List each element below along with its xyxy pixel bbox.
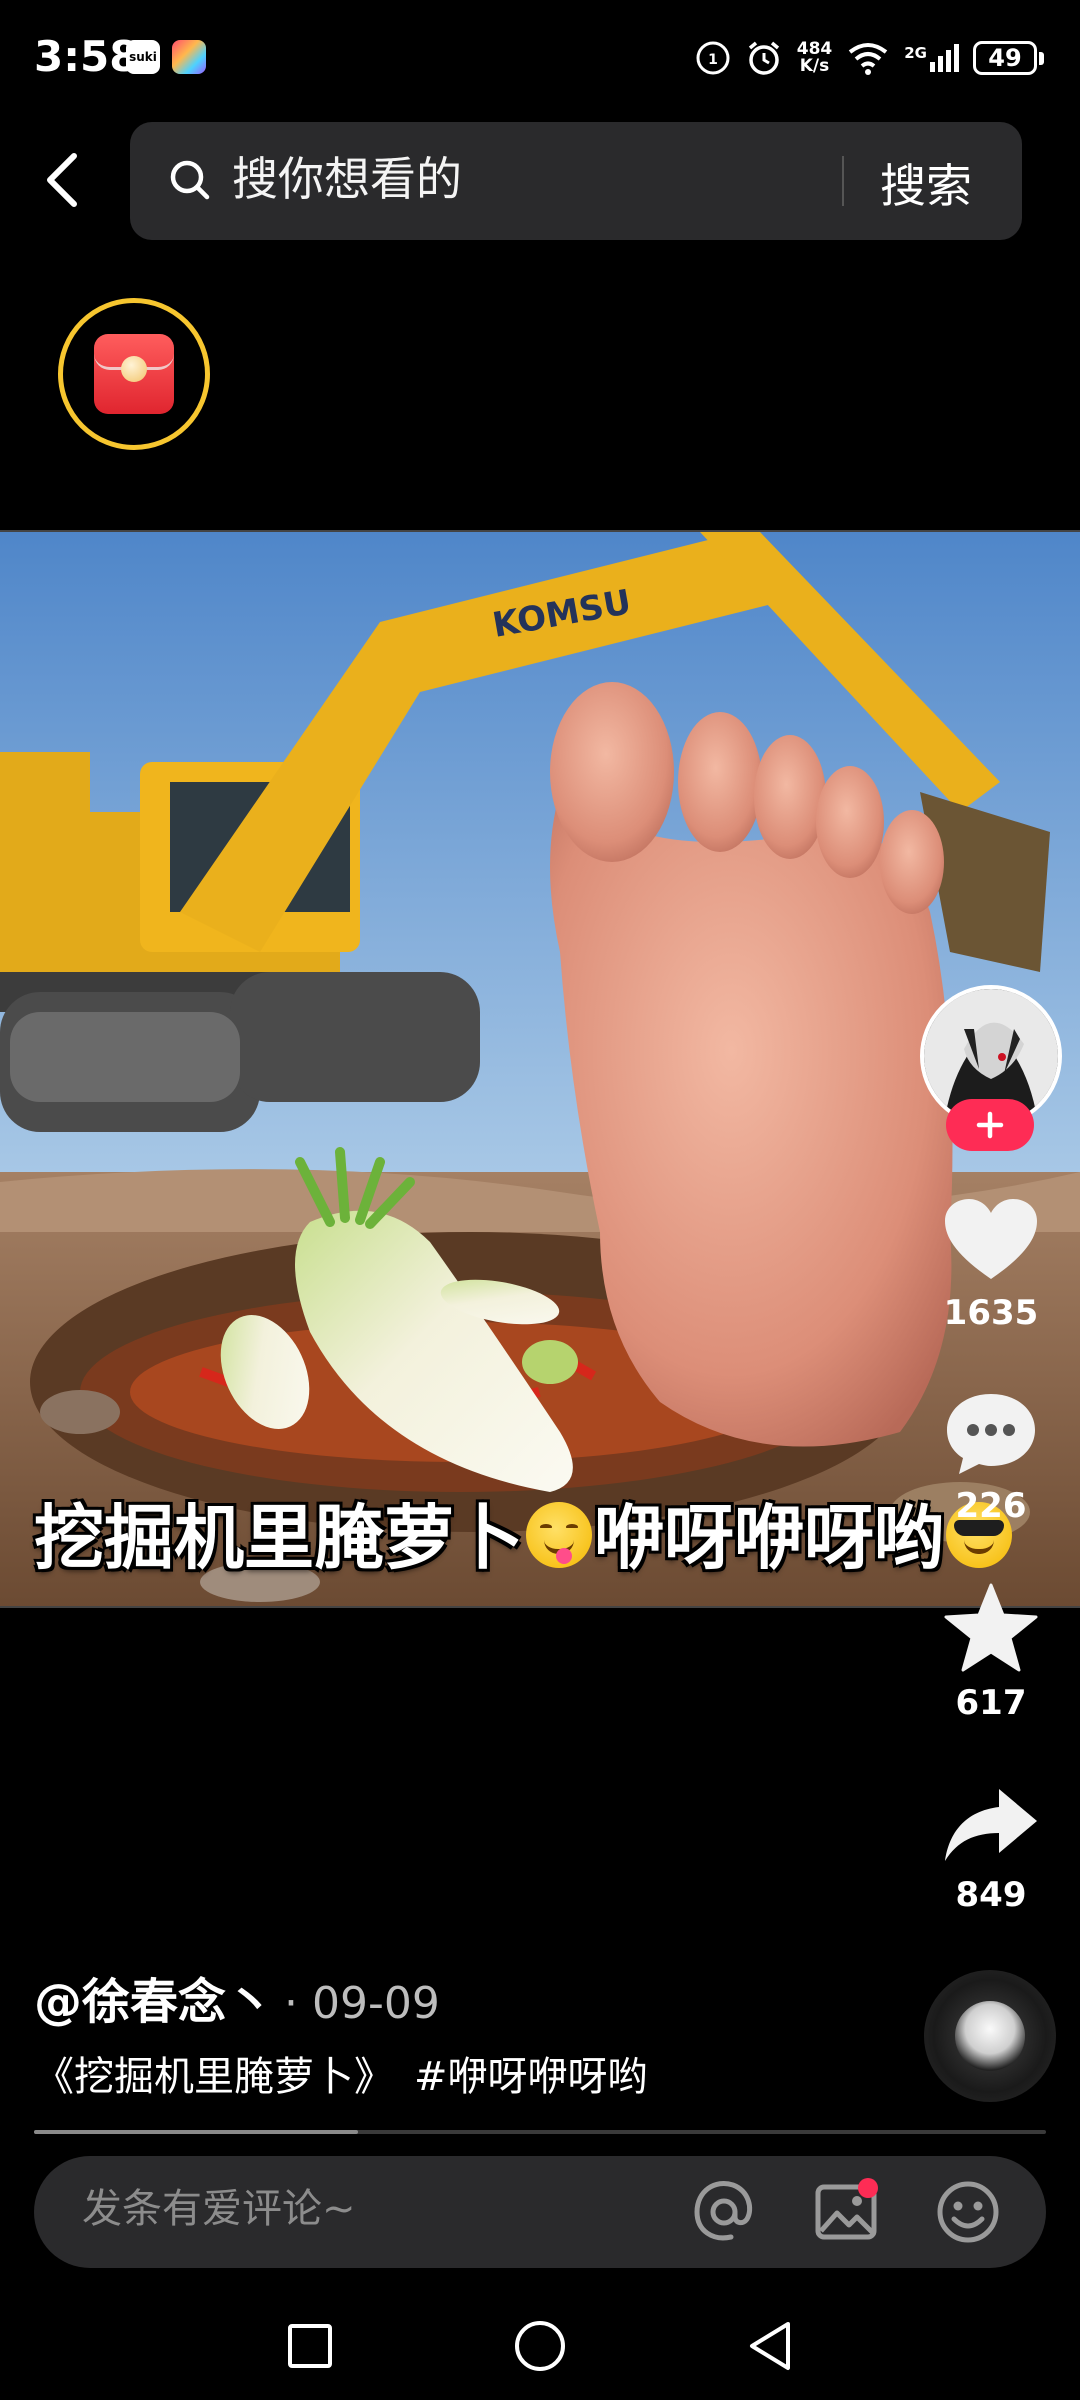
comment-action[interactable]: 226 — [918, 1390, 1064, 1526]
heart-icon — [945, 1199, 1037, 1279]
emoji-button[interactable] — [934, 2178, 1002, 2246]
video-caption: 挖掘机里腌萝卜 咿呀咿呀哟 — [34, 1482, 1014, 1583]
net-speed: 484 K/s — [797, 41, 833, 75]
recent-apps-button[interactable] — [278, 2314, 342, 2378]
home-button[interactable] — [508, 2314, 572, 2378]
music-disc[interactable] — [924, 1970, 1056, 2102]
back-button[interactable] — [34, 148, 90, 212]
hd-call-icon: 1 — [696, 41, 730, 75]
battery-icon: 49 — [973, 41, 1044, 75]
battery-level: 49 — [973, 41, 1037, 75]
search-input[interactable] — [232, 152, 832, 206]
signal-icon: 2G — [904, 44, 959, 72]
red-packet-widget[interactable] — [58, 298, 210, 450]
svg-text:1: 1 — [708, 52, 718, 68]
wifi-icon — [849, 43, 888, 75]
post-date: · 09-09 — [284, 1978, 440, 2029]
system-nav-bar — [0, 2290, 1080, 2400]
search-icon — [170, 160, 210, 200]
search-box[interactable]: 搜索 — [130, 122, 1022, 240]
comment-input[interactable] — [82, 2186, 642, 2232]
favorite-count: 617 — [955, 1683, 1027, 1723]
red-envelope-icon — [94, 334, 174, 414]
plus-icon — [976, 1111, 1004, 1139]
author-line: @徐春念丶 · 09-09 — [34, 1962, 440, 2032]
like-action[interactable]: 1635 — [918, 1197, 1064, 1333]
follow-button[interactable] — [946, 1099, 1034, 1151]
yum-emoji-icon — [526, 1502, 592, 1568]
caption-text-1: 挖掘机里腌萝卜 — [34, 1497, 524, 1579]
suki-app-icon: suki — [126, 40, 160, 74]
status-bar: 3:58 suki 1 484 K/s 2G 49 — [0, 0, 1080, 116]
search-divider — [842, 156, 844, 206]
circle-icon — [515, 2321, 565, 2371]
search-button[interactable]: 搜索 — [880, 150, 972, 216]
hashtag-link[interactable]: #咿呀咿呀哟 — [414, 2054, 648, 2100]
share-action[interactable]: 849 — [918, 1785, 1064, 1915]
video-progress-fill — [34, 2130, 358, 2134]
net-speed-unit: K/s — [799, 56, 830, 76]
status-time: 3:58 — [34, 32, 139, 81]
comment-bar — [34, 2156, 1046, 2268]
comment-bubble-icon — [947, 1394, 1035, 1474]
comment-count: 226 — [955, 1486, 1027, 1526]
chevron-left-icon — [47, 153, 77, 207]
color-app-icon — [172, 40, 206, 74]
at-icon — [694, 2181, 753, 2241]
emoji-icon — [937, 2181, 999, 2243]
square-icon — [288, 2324, 332, 2368]
share-count: 849 — [955, 1875, 1027, 1915]
post-title: 《挖掘机里腌萝卜》 — [34, 2054, 394, 2100]
image-button[interactable] — [812, 2178, 880, 2246]
post-description: 《挖掘机里腌萝卜》 #咿呀咿呀哟 — [34, 2044, 648, 2102]
status-indicators: 1 484 K/s 2G 49 — [695, 34, 1044, 82]
back-nav-button[interactable] — [738, 2314, 802, 2378]
share-arrow-icon — [945, 1789, 1037, 1861]
like-count: 1635 — [943, 1293, 1039, 1333]
caption-text-2: 咿呀咿呀哟 — [594, 1497, 944, 1579]
author-name[interactable]: @徐春念丶 — [34, 1974, 274, 2030]
alarm-icon — [748, 41, 779, 75]
star-icon — [944, 1583, 1038, 1672]
music-cover-image — [955, 2001, 1025, 2071]
triangle-back-icon — [750, 2322, 790, 2370]
favorite-action[interactable]: 617 — [918, 1583, 1064, 1723]
video-progress-bar[interactable] — [34, 2130, 1046, 2134]
network-type: 2G — [904, 44, 927, 62]
notification-dot — [858, 2178, 878, 2198]
mention-button[interactable] — [690, 2178, 758, 2246]
